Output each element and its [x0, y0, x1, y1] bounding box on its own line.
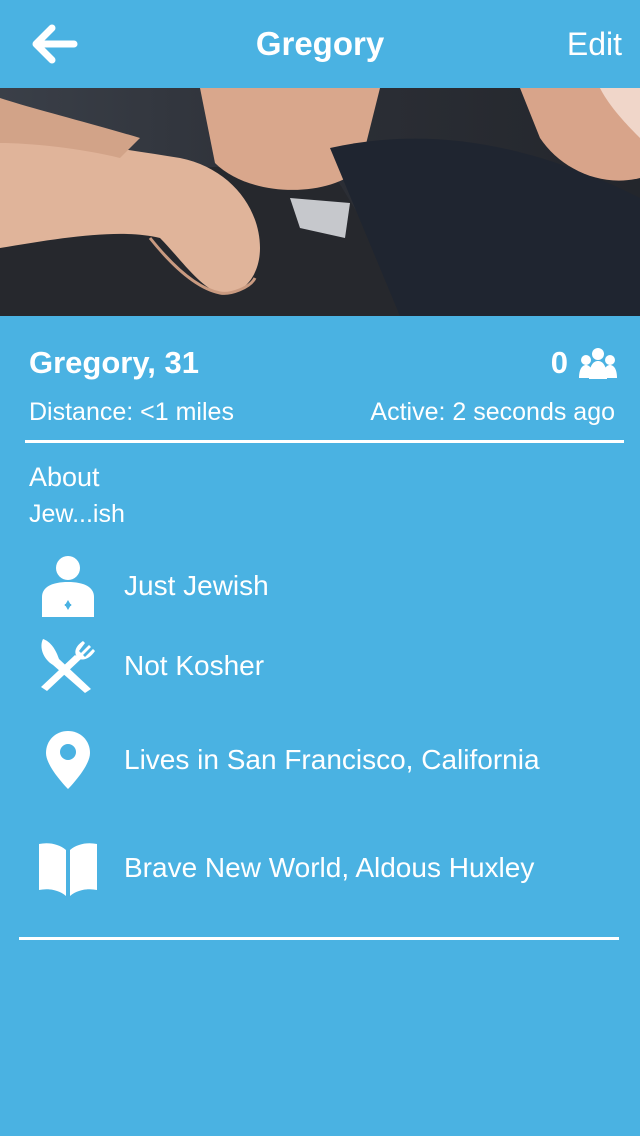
location-pin-icon: [46, 731, 90, 789]
fork-knife-icon: [41, 639, 95, 693]
profile-name-age: Gregory, 31: [29, 345, 200, 380]
friend-count: 0: [550, 345, 568, 380]
back-arrow-icon: [32, 24, 78, 64]
person-star-of-david-icon: [42, 556, 94, 617]
profile-photo[interactable]: [0, 88, 640, 316]
mutual-friends[interactable]: 0: [551, 343, 618, 383]
navigation-bar: Gregory Edit: [0, 0, 640, 88]
about-text: Jew...ish: [29, 500, 125, 528]
detail-row-book: Brave New World, Aldous Huxley: [0, 833, 640, 903]
detail-label: Not Kosher: [124, 650, 265, 681]
group-icon: [579, 348, 617, 379]
about-heading: About: [29, 462, 100, 492]
detail-label: Lives in San Francisco, California: [124, 744, 540, 775]
detail-label: Just Jewish: [124, 570, 269, 601]
detail-row-religion: Just Jewish: [0, 551, 640, 621]
page-title: Gregory: [255, 25, 385, 62]
divider: [19, 937, 619, 940]
back-button[interactable]: [26, 20, 82, 68]
distance-text: Distance: <1 miles: [29, 398, 234, 426]
open-book-icon: [39, 843, 97, 896]
detail-row-location: Lives in San Francisco, California: [0, 725, 640, 795]
edit-button[interactable]: Edit: [567, 22, 622, 66]
divider: [25, 440, 624, 443]
last-active-text: Active: 2 seconds ago: [370, 398, 615, 426]
detail-row-kosher: Not Kosher: [0, 631, 640, 701]
detail-label: Brave New World, Aldous Huxley: [124, 852, 535, 883]
